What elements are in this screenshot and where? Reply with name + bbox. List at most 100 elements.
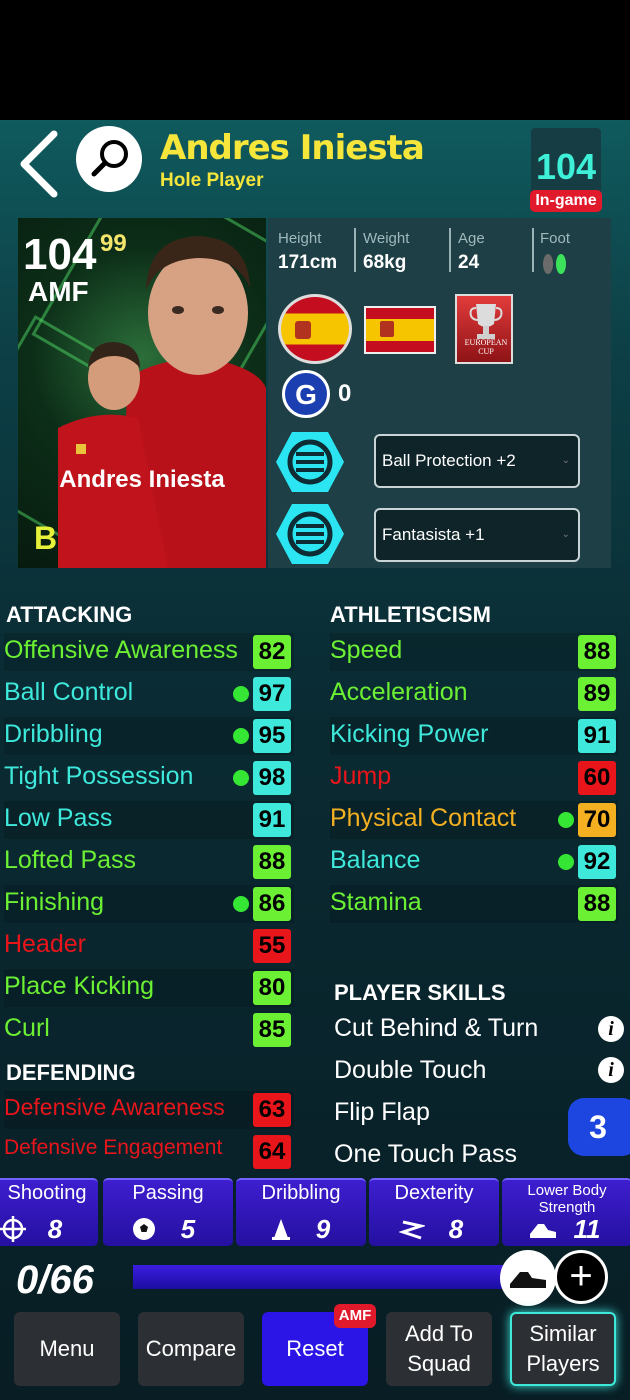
player-skill-item[interactable]: Double Touch [334, 1056, 486, 1085]
compare-button[interactable]: Compare [138, 1312, 244, 1386]
boost-dot-icon [558, 854, 574, 870]
stat-label: Finishing [4, 888, 105, 916]
stat-label: Low Pass [4, 804, 113, 832]
player-skill-item[interactable]: Cut Behind & Turn [334, 1014, 538, 1043]
player-skills-header: PLAYER SKILLS [334, 980, 506, 1005]
stat-value: 80 [253, 971, 291, 1005]
stat-row[interactable]: Kicking Power 91 [330, 716, 618, 755]
back-button[interactable] [14, 128, 66, 198]
stat-row[interactable]: Jump 60 [330, 758, 618, 796]
stat-label: Stamina [330, 888, 422, 916]
player-name: Andres Iniesta [160, 128, 425, 168]
info-icon[interactable]: i [598, 1057, 624, 1083]
stat-value: 82 [253, 635, 291, 669]
stat-row[interactable]: Offensive Awareness 82 [4, 632, 294, 671]
athleticism-header: ATHLETISCISM [330, 602, 491, 627]
stat-label: Acceleration [330, 678, 468, 706]
card-player-name: Andres Iniesta [59, 466, 225, 493]
stat-label: Jump [330, 762, 392, 790]
stat-label: Defensive Awareness [4, 1094, 225, 1120]
booster-select-2[interactable]: Fantasista +1 ⌄ [374, 508, 580, 562]
height-label: Height [278, 230, 322, 247]
stat-value: 88 [253, 845, 291, 879]
player-role: Hole Player [160, 170, 264, 191]
progression-dribbling[interactable]: Dribbling 9 [236, 1178, 366, 1246]
stat-row[interactable]: Lofted Pass 88 [4, 842, 294, 880]
booster-select-1[interactable]: Ball Protection +2 ⌄ [374, 434, 580, 488]
stat-row[interactable]: Curl 85 [4, 1010, 294, 1048]
menu-button[interactable]: Menu [14, 1312, 120, 1386]
stat-row[interactable]: Ball Control 97 [4, 674, 294, 712]
age-label: Age [458, 230, 485, 247]
stat-label: Tight Possession [4, 762, 194, 790]
stat-row[interactable]: Speed 88 [330, 632, 618, 671]
stat-row[interactable]: Defensive Engagement 64 [4, 1132, 294, 1170]
stat-label: Place Kicking [4, 972, 155, 1000]
magnifier-icon [91, 140, 128, 177]
stat-label: Physical Contact [330, 804, 517, 832]
add-points-button[interactable]: + [554, 1250, 608, 1304]
card-rating-max: 99 [100, 230, 127, 257]
coat-of-arms-icon [380, 321, 394, 337]
stat-label: Defensive Engagement [4, 1136, 223, 1159]
defending-header: DEFENDING [6, 1060, 136, 1085]
stat-row[interactable]: Balance 92 [330, 842, 618, 880]
g-letter: G [295, 379, 317, 410]
g-badge-icon[interactable]: G [282, 370, 330, 418]
stat-row[interactable]: Physical Contact 70 [330, 800, 618, 839]
stat-value: 92 [578, 845, 616, 879]
stat-value: 91 [253, 803, 291, 837]
boost-dot-icon [558, 812, 574, 828]
foot-label: Foot [540, 230, 571, 247]
stat-value: 70 [578, 803, 616, 837]
progression-value: 9 [315, 1214, 331, 1244]
similar-players-button[interactable]: Similar Players [510, 1312, 616, 1386]
player-detail-screen: Andres Iniesta Hole Player 104 In-game 1… [0, 120, 630, 1400]
stat-label: Offensive Awareness [4, 636, 238, 664]
player-card[interactable]: 104 99 AMF Andres Iniesta B [18, 218, 266, 568]
boot-button[interactable] [500, 1250, 556, 1306]
stat-row[interactable]: Acceleration 89 [330, 674, 618, 712]
g-count: 0 [338, 380, 352, 407]
coat-of-arms-icon [295, 321, 311, 339]
stat-value: 98 [253, 761, 291, 795]
add-to-squad-button[interactable]: Add To Squad [386, 1312, 492, 1386]
card-position: AMF [28, 276, 89, 307]
search-button[interactable] [76, 126, 142, 192]
progression-dexterity[interactable]: Dexterity 8 [369, 1178, 499, 1246]
stat-row[interactable]: Tight Possession 98 [4, 758, 294, 796]
progression-bar [133, 1265, 518, 1289]
more-skills-badge[interactable]: 3 [568, 1098, 630, 1156]
stat-label: Speed [330, 636, 403, 664]
weight-label: Weight [363, 230, 410, 247]
stat-value: 86 [253, 887, 291, 921]
boost-dot-icon [233, 896, 249, 912]
stat-row[interactable]: Stamina 88 [330, 884, 618, 923]
progression-value: 8 [47, 1214, 63, 1244]
player-skill-item[interactable]: Flip Flap [334, 1098, 430, 1127]
progression-lower-body[interactable]: Lower Body Strength 11 [502, 1178, 630, 1246]
plus-icon: + [569, 1254, 593, 1298]
chevron-down-icon: ⌄ [561, 455, 570, 466]
boot-icon [510, 1272, 546, 1288]
stat-row[interactable]: Dribbling 95 [4, 716, 294, 755]
stat-row[interactable]: Header 55 [4, 926, 294, 964]
stat-row[interactable]: Finishing 86 [4, 884, 294, 923]
nationality-flag-icon[interactable] [278, 294, 352, 364]
stat-row[interactable]: Low Pass 91 [4, 800, 294, 839]
stat-label: Kicking Power [330, 720, 489, 748]
progression-passing[interactable]: Passing 5 [103, 1178, 233, 1246]
stat-label: Curl [4, 1014, 50, 1042]
stat-row[interactable]: Defensive Awareness 63 [4, 1090, 294, 1129]
stat-row[interactable]: Place Kicking 80 [4, 968, 294, 1007]
progression-shooting[interactable]: Shooting 8 [0, 1178, 98, 1246]
spain-flag-icon[interactable] [364, 306, 436, 354]
european-cup-icon[interactable]: EUROPEAN CUP [455, 294, 513, 364]
player-skill-item[interactable]: One Touch Pass [334, 1140, 517, 1169]
info-icon[interactable]: i [598, 1016, 624, 1042]
cup-label: EUROPEAN CUP [464, 338, 508, 356]
stat-label: Balance [330, 846, 421, 874]
progression-label: Passing [132, 1182, 204, 1204]
progression-label: Dribbling [261, 1182, 341, 1204]
boost-dot-icon [233, 770, 249, 786]
